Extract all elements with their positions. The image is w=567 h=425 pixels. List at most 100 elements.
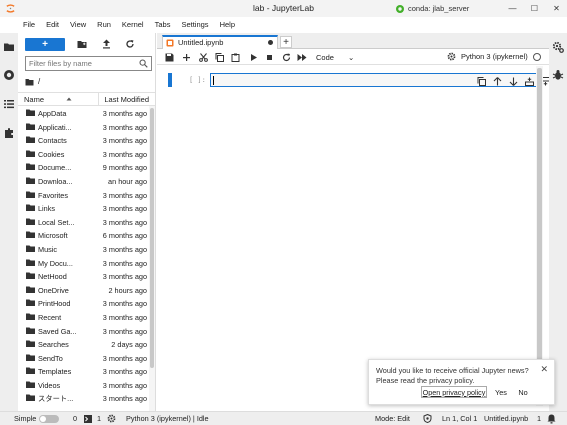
folder-icon (26, 327, 35, 334)
menu-tabs[interactable]: Tabs (155, 20, 171, 29)
conda-env-indicator[interactable]: conda: jlab_server (395, 2, 469, 15)
file-list-item[interactable]: AppData 3 months ago (18, 106, 149, 120)
simple-mode-toggle[interactable] (39, 415, 59, 423)
file-list-item[interactable]: スタート... 3 months ago (18, 391, 149, 405)
file-list-item[interactable]: Microsoft 6 months ago (18, 228, 149, 242)
menu-view[interactable]: View (70, 20, 86, 29)
file-list-item[interactable]: My Docu... 3 months ago (18, 256, 149, 270)
file-list-item[interactable]: Docume... 9 months ago (18, 160, 149, 174)
notebook-scroll-thumb[interactable] (537, 68, 542, 404)
column-name-header[interactable]: Name (24, 95, 44, 104)
file-filter-input[interactable] (29, 59, 129, 68)
file-list-item[interactable]: Downloa... an hour ago (18, 174, 149, 188)
bell-icon[interactable] (547, 414, 556, 424)
file-list-item[interactable]: Saved Ga... 3 months ago (18, 324, 149, 338)
file-list-item[interactable]: OneDrive 2 hours ago (18, 283, 149, 297)
insert-cell-button[interactable] (181, 52, 191, 62)
file-modified: 6 months ago (102, 231, 147, 241)
restart-run-all-button[interactable] (297, 52, 307, 62)
debugger-bug-icon[interactable] (552, 69, 564, 81)
file-modified: 3 months ago (102, 299, 147, 309)
gear-icon[interactable] (447, 52, 456, 61)
file-list-item[interactable]: Videos 3 months ago (18, 378, 149, 392)
toc-icon[interactable] (3, 98, 15, 110)
file-list-item[interactable]: Contacts 3 months ago (18, 133, 149, 147)
new-folder-button[interactable] (76, 38, 88, 50)
refresh-button[interactable] (124, 38, 136, 50)
file-list-item[interactable]: Applicati... 3 months ago (18, 120, 149, 134)
code-cell[interactable]: [ ]: (166, 73, 565, 88)
paste-button[interactable] (230, 52, 240, 62)
cut-button[interactable] (198, 52, 208, 62)
menu-kernel[interactable]: Kernel (122, 20, 144, 29)
menu-settings[interactable]: Settings (181, 20, 208, 29)
menu-edit[interactable]: Edit (46, 20, 59, 29)
file-modified: 3 months ago (102, 244, 147, 254)
kernel-name[interactable]: Python 3 (ipykernel) (461, 52, 528, 61)
file-list-item[interactable]: Searches 2 days ago (18, 337, 149, 351)
file-modified: 2 days ago (111, 340, 147, 350)
column-divider[interactable] (98, 93, 99, 106)
duplicate-icon (477, 76, 486, 86)
terminals-count[interactable]: 0 (73, 414, 77, 423)
kernel-gear-icon[interactable] (107, 414, 116, 423)
file-list-item[interactable]: Local Set... 3 months ago (18, 215, 149, 229)
file-modified: 3 months ago (102, 312, 147, 322)
menu-help[interactable]: Help (220, 20, 235, 29)
notebook-scrollbar[interactable] (536, 66, 543, 406)
unsaved-dot-icon[interactable] (268, 40, 273, 45)
cell-type-dropdown[interactable]: Code ⌄ (316, 51, 354, 63)
file-list-item[interactable]: SendTo 3 months ago (18, 351, 149, 365)
running-icon[interactable] (3, 69, 15, 81)
upload-button[interactable] (100, 38, 112, 50)
file-list-item[interactable]: Templates 3 months ago (18, 364, 149, 378)
notification-count[interactable]: 1 (537, 414, 541, 423)
file-list-item[interactable]: Links 3 months ago (18, 201, 149, 215)
cursor-position[interactable]: Ln 1, Col 1 (442, 414, 477, 423)
file-filter-field[interactable] (25, 56, 152, 71)
news-no-button[interactable]: No (515, 386, 531, 398)
save-button[interactable] (164, 52, 174, 62)
terminal-icon[interactable] (84, 415, 92, 423)
insert-above-button[interactable] (524, 76, 534, 86)
kernels-count[interactable]: 1 (97, 414, 101, 423)
copy-button[interactable] (214, 52, 224, 62)
close-window-button[interactable]: ✕ (552, 4, 561, 13)
kernel-status[interactable]: Python 3 (ipykernel) | Idle (126, 414, 209, 423)
file-list-item[interactable]: Recent 3 months ago (18, 310, 149, 324)
minimize-button[interactable]: — (508, 4, 517, 13)
shield-icon[interactable] (423, 414, 432, 423)
tab-untitled-notebook[interactable]: Untitled.ipynb (162, 35, 278, 49)
file-modified: 3 months ago (102, 394, 147, 404)
new-launcher-button[interactable]: + (25, 37, 65, 51)
move-down-button[interactable] (508, 76, 518, 86)
menu-file[interactable]: File (23, 20, 35, 29)
open-privacy-policy-button[interactable]: Open privacy policy (421, 386, 487, 398)
notification-close-button[interactable]: ✕ (540, 364, 548, 375)
property-inspector-gear-icon[interactable] (552, 41, 564, 53)
news-yes-button[interactable]: Yes (492, 386, 510, 398)
move-up-button[interactable] (492, 76, 502, 86)
menu-run[interactable]: Run (97, 20, 111, 29)
file-list-item[interactable]: PrintHood 3 months ago (18, 296, 149, 310)
file-list-item[interactable] (18, 405, 149, 406)
run-cell-button[interactable] (248, 52, 258, 62)
folder-icon[interactable] (25, 78, 34, 86)
column-modified-header[interactable]: Last Modified (104, 95, 149, 104)
folder-icon[interactable] (3, 41, 15, 53)
file-list-item[interactable]: NetHood 3 months ago (18, 269, 149, 283)
file-list-scroll-thumb[interactable] (150, 108, 154, 368)
extension-puzzle-icon[interactable] (3, 127, 15, 139)
breadcrumb-root[interactable]: / (38, 77, 40, 86)
cell-collapser[interactable] (168, 73, 172, 87)
interrupt-kernel-button[interactable] (264, 52, 274, 62)
file-list-scrollbar[interactable] (149, 106, 155, 411)
cell-editor[interactable] (210, 73, 565, 87)
file-list-item[interactable]: Cookies 3 months ago (18, 147, 149, 161)
duplicate-cell-button[interactable] (476, 76, 486, 86)
maximize-button[interactable]: ☐ (530, 4, 539, 13)
new-tab-button[interactable]: + (280, 36, 292, 48)
file-list-item[interactable]: Favorites 3 months ago (18, 188, 149, 202)
restart-kernel-button[interactable] (281, 52, 291, 62)
file-list-item[interactable]: Music 3 months ago (18, 242, 149, 256)
